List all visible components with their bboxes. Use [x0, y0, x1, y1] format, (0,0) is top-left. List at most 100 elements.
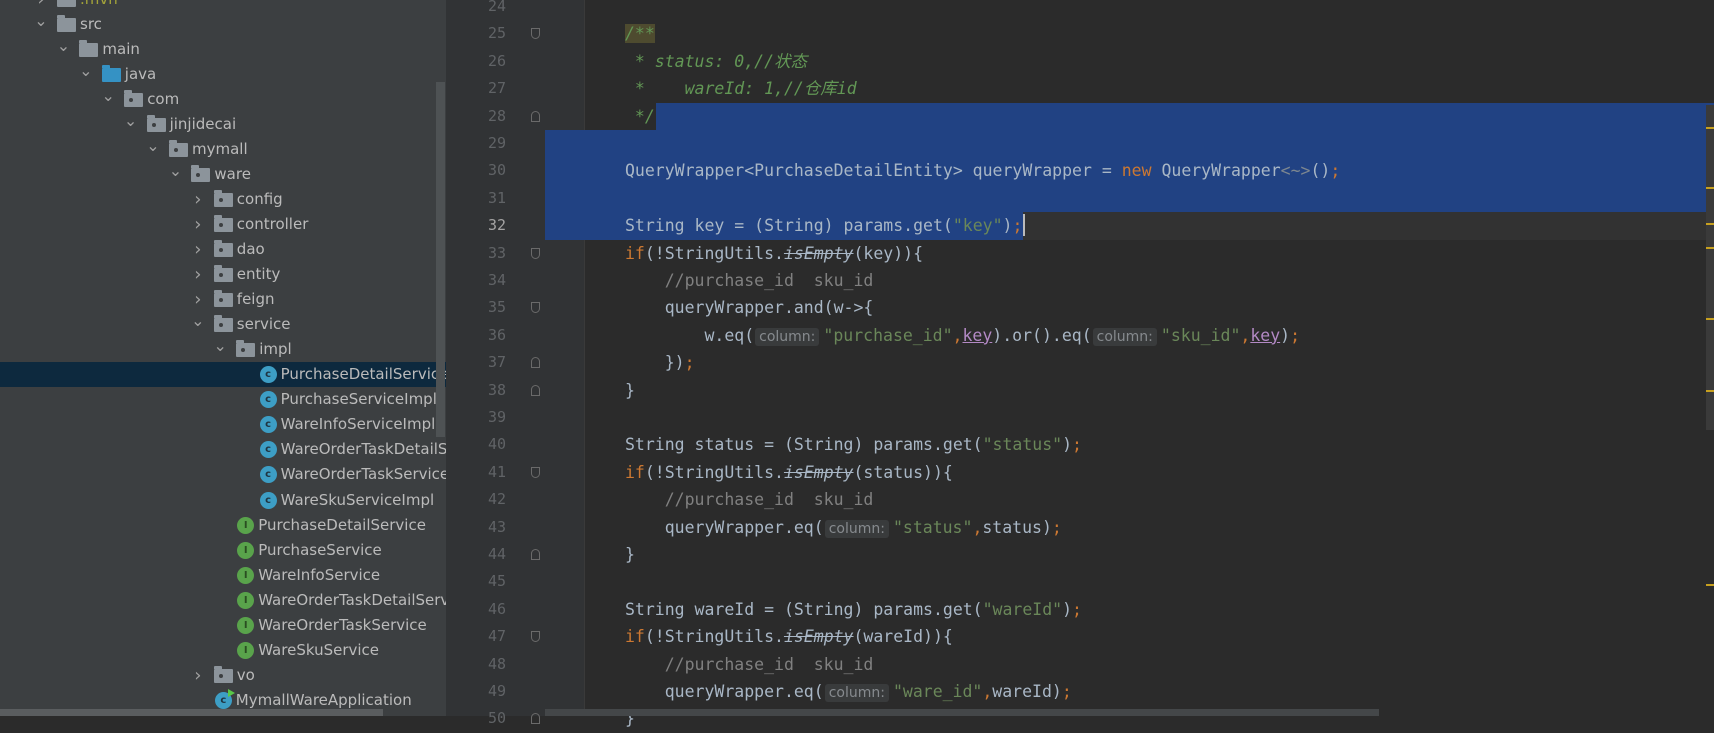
code-line[interactable]: 24	[0, 0, 1714, 20]
editor-vertical-scrollbar[interactable]	[1706, 105, 1714, 430]
code-token: }	[625, 380, 635, 400]
code-line[interactable]: 47 if(!StringUtils.isEmpty(wareId)){	[0, 623, 1714, 650]
code-token: ;	[1290, 325, 1301, 345]
fold-end-icon[interactable]	[531, 549, 540, 560]
code-line[interactable]: 37 });	[0, 349, 1714, 376]
line-number: 30	[487, 161, 506, 180]
error-stripe-mark[interactable]	[1706, 223, 1714, 225]
code-line[interactable]: 34 //purchase_id sku_id	[0, 267, 1714, 294]
fold-collapse-icon[interactable]	[531, 28, 540, 40]
code-token: )	[1280, 325, 1291, 345]
fold-end-icon[interactable]	[531, 357, 540, 369]
code-token: String key = (String) params.get(	[625, 216, 953, 236]
code-token: "wareId"	[982, 599, 1063, 619]
code-line[interactable]: 29	[0, 130, 1714, 158]
code-line[interactable]: 48 //purchase_id sku_id	[0, 651, 1714, 678]
code-line[interactable]: 35 queryWrapper.and(w->{	[0, 294, 1714, 321]
line-number: 28	[487, 106, 506, 125]
code-text: queryWrapper.eq(column: "ware_id",wareId)…	[625, 678, 1072, 707]
error-stripe-mark[interactable]	[1706, 187, 1714, 189]
code-token: status)	[982, 517, 1052, 537]
code-token: ()	[1310, 161, 1331, 181]
parameter-hint: column:	[824, 684, 889, 702]
code-token: ,	[982, 682, 993, 701]
code-token: isEmpty	[783, 243, 854, 263]
fold-collapse-icon[interactable]	[531, 247, 540, 259]
text-selection	[656, 102, 1714, 130]
code-text: /**	[625, 20, 655, 47]
code-line[interactable]: 33 if(!StringUtils.isEmpty(key)){	[0, 240, 1714, 267]
error-stripe-mark[interactable]	[1706, 390, 1714, 392]
code-token: * status: 0,//状态	[625, 51, 808, 71]
line-number: 49	[487, 682, 506, 700]
code-line[interactable]: 49 queryWrapper.eq(column: "ware_id",ware…	[0, 678, 1714, 705]
error-stripe-mark[interactable]	[1706, 127, 1714, 129]
editor-horizontal-scrollbar[interactable]	[545, 709, 1379, 716]
code-line[interactable]: 45	[0, 568, 1714, 595]
code-line[interactable]: 38}	[0, 377, 1714, 404]
fold-collapse-icon[interactable]	[531, 302, 540, 314]
code-token: (wareId)){	[853, 627, 953, 647]
code-text: String wareId = (String) params.get("war…	[625, 596, 1082, 623]
error-stripe-mark[interactable]	[1706, 247, 1714, 249]
fold-end-icon[interactable]	[531, 110, 540, 122]
code-line[interactable]: 42 //purchase_id sku_id	[0, 486, 1714, 513]
code-token: ,	[972, 517, 983, 537]
code-line[interactable]: 40 String status = (String) params.get("s…	[0, 431, 1714, 458]
code-token: )	[1062, 435, 1073, 455]
code-token: /**	[625, 24, 655, 44]
code-token: if	[625, 627, 645, 647]
code-line[interactable]: 27 * wareId: 1,//仓库id	[0, 75, 1714, 102]
code-line[interactable]: 32 String key = (String) params.get("key"…	[0, 212, 1714, 240]
code-token: isEmpty	[783, 462, 854, 482]
code-token: "key"	[952, 216, 1003, 236]
code-line[interactable]: 30 QueryWrapper<PurchaseDetailEntity> que…	[0, 157, 1714, 185]
code-token: )	[1002, 216, 1013, 236]
parameter-hint: column:	[1092, 327, 1157, 346]
code-line[interactable]: 31	[0, 184, 1714, 213]
fold-collapse-icon[interactable]	[531, 466, 540, 478]
code-token: ,	[1240, 325, 1251, 345]
code-line[interactable]: 26 * status: 0,//状态	[0, 48, 1714, 75]
code-line[interactable]: 36 w.eq(column: "purchase_id",key).or().e…	[0, 322, 1714, 349]
line-number: 36	[487, 325, 506, 344]
code-token: String status = (String) params.get(	[625, 435, 983, 455]
line-number: 26	[487, 51, 506, 70]
code-token: key	[1250, 325, 1281, 345]
code-token: queryWrapper.eq(	[625, 517, 824, 537]
code-line[interactable]: 46 String wareId = (String) params.get("w…	[0, 596, 1714, 623]
code-token: ;	[1012, 216, 1023, 236]
code-line[interactable]: 41 if(!StringUtils.isEmpty(status)){	[0, 459, 1714, 486]
code-text: queryWrapper.and(w->{	[625, 294, 874, 321]
fold-end-icon[interactable]	[531, 713, 540, 725]
line-number: 34	[487, 271, 506, 289]
code-text: //purchase_id sku_id	[625, 267, 874, 294]
code-token: //purchase_id sku_id	[625, 654, 874, 674]
text-selection	[545, 130, 1714, 158]
line-number: 27	[487, 79, 506, 98]
code-token: ).or().eq(	[992, 325, 1092, 345]
code-line[interactable]: 39	[0, 404, 1714, 431]
line-number: 46	[487, 599, 506, 618]
code-line[interactable]: 25 /**	[0, 20, 1714, 47]
code-token: QueryWrapper	[1151, 161, 1281, 181]
fold-end-icon[interactable]	[531, 384, 540, 396]
code-token: if	[625, 243, 645, 263]
code-token: w.eq(	[625, 325, 755, 345]
error-stripe-mark[interactable]	[1706, 584, 1714, 586]
code-token: (status)){	[853, 462, 953, 482]
error-stripe-mark[interactable]	[1706, 318, 1714, 320]
code-token: ;	[1072, 599, 1082, 619]
code-line[interactable]: 28 */	[0, 102, 1714, 130]
code-token: }	[625, 545, 635, 564]
fold-collapse-icon[interactable]	[531, 631, 540, 643]
code-text: queryWrapper.eq(column: "status",status);	[625, 514, 1062, 543]
line-number: 45	[487, 572, 506, 591]
code-token: String wareId = (String) params.get(	[625, 599, 983, 619]
code-line[interactable]: 44}	[0, 541, 1714, 568]
code-token: ;	[1051, 517, 1062, 537]
parameter-hint: column:	[824, 519, 889, 538]
code-token: QueryWrapper<PurchaseDetailEntity> query…	[625, 161, 1122, 181]
code-text: if(!StringUtils.isEmpty(key)){	[625, 240, 923, 267]
code-line[interactable]: 43 queryWrapper.eq(column: "status",statu…	[0, 514, 1714, 541]
